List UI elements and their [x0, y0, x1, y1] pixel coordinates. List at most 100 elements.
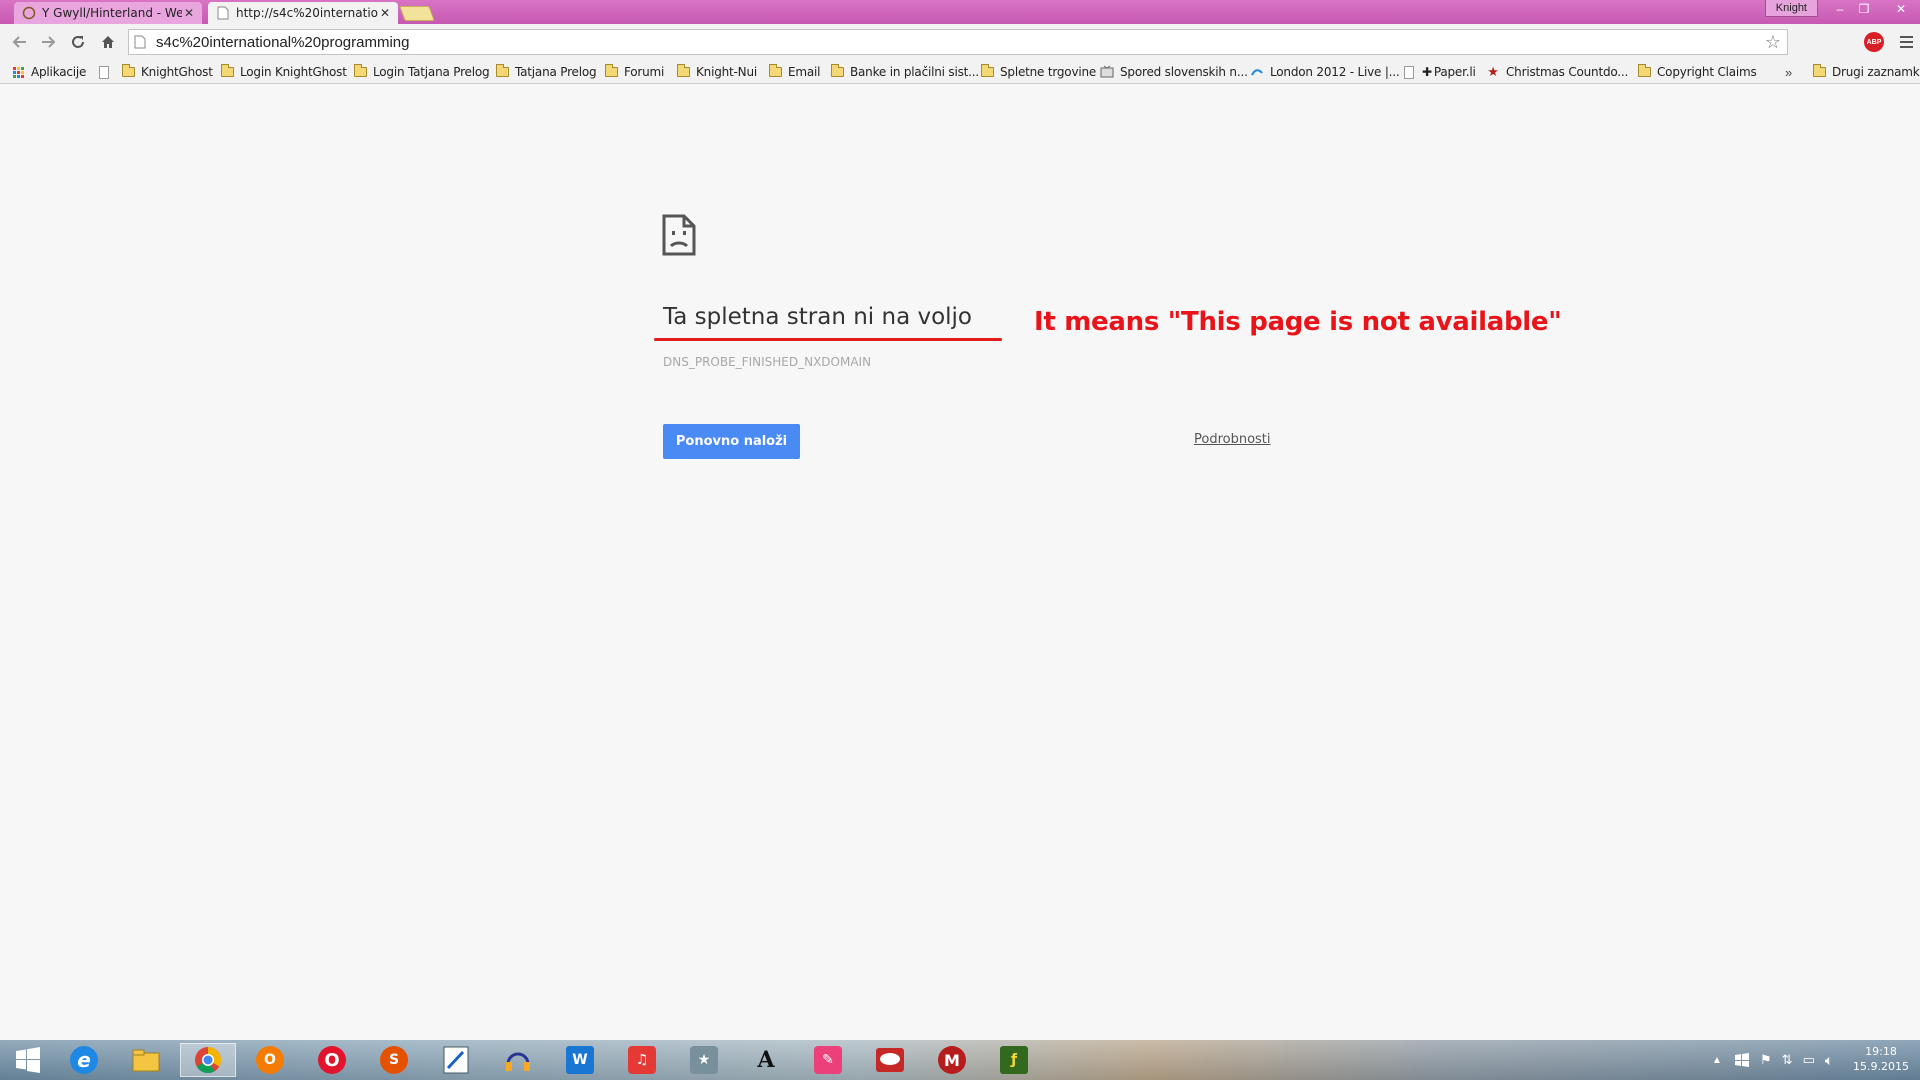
windows-logo-icon: [16, 1047, 40, 1073]
clock-date: 15.9.2015: [1853, 1060, 1909, 1073]
folder-icon: [979, 64, 995, 79]
address-bar[interactable]: s4c%20international%20programming ☆: [128, 29, 1788, 55]
bookmark-folder[interactable]: Login KnightGhost: [219, 60, 347, 84]
start-button[interactable]: [2, 1043, 54, 1077]
error-code: DNS_PROBE_FINISHED_NXDOMAIN: [663, 355, 872, 369]
back-button[interactable]: [8, 30, 32, 54]
minimize-button[interactable]: –: [1828, 0, 1852, 17]
london-icon: [1249, 65, 1265, 79]
page-icon: [1401, 65, 1417, 79]
bookmark-folder[interactable]: Tatjana Prelog: [494, 60, 597, 84]
star-badge-icon: ★: [690, 1046, 718, 1074]
menu-icon[interactable]: [1896, 32, 1916, 52]
bookmark-blank-page[interactable]: [96, 60, 117, 84]
paint-taskbar-button[interactable]: [430, 1043, 482, 1077]
graphics-app-taskbar-button[interactable]: ✎: [802, 1043, 854, 1077]
bookmark-folder[interactable]: Email: [767, 60, 820, 84]
close-window-button[interactable]: ✕: [1886, 0, 1916, 17]
opera-taskbar-button[interactable]: O: [306, 1043, 358, 1077]
folder-icon: [219, 64, 235, 79]
flame-app-icon: S: [380, 1046, 408, 1074]
bookmark-folder[interactable]: Spletne trgovine: [979, 60, 1096, 84]
music-taskbar-button[interactable]: ♫: [616, 1043, 668, 1077]
letter-m-icon: M: [938, 1046, 966, 1074]
tab-title: Y Gwyll/Hinterland - Wels: [42, 6, 182, 20]
close-tab-icon[interactable]: ✕: [182, 6, 196, 20]
reload-button[interactable]: [66, 30, 90, 54]
forward-button[interactable]: [36, 30, 60, 54]
volume-icon[interactable]: 🔈︎: [1825, 1052, 1833, 1069]
reload-page-button[interactable]: Ponovno naloži: [663, 424, 800, 459]
folder-icon: [675, 64, 691, 79]
new-tab-button[interactable]: [399, 6, 435, 21]
chat-app-taskbar-button[interactable]: [864, 1043, 916, 1077]
bookmark-apps[interactable]: Aplikacije: [10, 60, 86, 84]
origin-icon: O: [256, 1046, 284, 1074]
windows-flag-tray-icon[interactable]: [1734, 1053, 1750, 1067]
font-app-taskbar-button[interactable]: A: [740, 1043, 792, 1077]
chrome-icon: [195, 1046, 222, 1074]
tab-strip: Y Gwyll/Hinterland - Wels ✕ http://s4c%2…: [0, 0, 1920, 24]
chat-icon: [22, 6, 36, 20]
paint-icon: [443, 1046, 469, 1074]
folder-icon: [120, 64, 136, 79]
bookmark-tv-schedule[interactable]: Spored slovenskih n...: [1099, 60, 1248, 84]
folder-icon: [767, 64, 783, 79]
restore-button[interactable]: ❐: [1852, 0, 1876, 17]
other-bookmarks-folder[interactable]: Drugi zaznamki: [1811, 60, 1920, 84]
m-app-taskbar-button[interactable]: M: [926, 1043, 978, 1077]
action-center-flag-icon[interactable]: ⚑: [1760, 1052, 1772, 1068]
bookmark-star-icon[interactable]: ☆: [1759, 32, 1787, 53]
system-clock[interactable]: 19:18 15.9.2015: [1848, 1044, 1914, 1074]
bookmark-london-2012[interactable]: London 2012 - Live |...: [1249, 60, 1400, 84]
tab-hinterland[interactable]: Y Gwyll/Hinterland - Wels ✕: [14, 2, 202, 24]
folder-icon: [1636, 64, 1652, 79]
game-icon: ƒ: [1000, 1046, 1028, 1074]
network-tray-icon[interactable]: ⇅: [1782, 1052, 1793, 1068]
bookmark-paperli[interactable]: ✚ Paper.li: [1401, 60, 1476, 84]
chrome-taskbar-button[interactable]: [180, 1043, 236, 1077]
clock-time: 19:18: [1865, 1045, 1897, 1058]
show-hidden-icons-icon[interactable]: ▲: [1708, 1055, 1726, 1066]
swiftkey-taskbar-button[interactable]: S: [368, 1043, 420, 1077]
origin-taskbar-button[interactable]: O: [244, 1043, 296, 1077]
sad-document-icon: [662, 214, 696, 261]
letter-a-icon: A: [757, 1047, 775, 1073]
error-page: Ta spletna stran ni na voljo It means "T…: [0, 85, 1920, 1040]
annotation-underline: [654, 338, 1002, 341]
headphones-icon: [506, 1052, 530, 1071]
page-icon: [96, 65, 112, 79]
page-icon: [134, 35, 154, 49]
bookmark-folder[interactable]: Copyright Claims: [1636, 60, 1757, 84]
bookmarks-bar: Aplikacije KnightGhost Login KnightGhost…: [0, 60, 1920, 84]
profile-button[interactable]: Knight: [1764, 0, 1818, 17]
home-button[interactable]: [96, 30, 120, 54]
close-tab-icon[interactable]: ✕: [378, 6, 392, 20]
monitor-tray-icon[interactable]: ▭: [1803, 1052, 1815, 1068]
bookmark-folder[interactable]: Banke in plačilni sist...: [829, 60, 979, 84]
system-tray: ▲ ⚑ ⇅ ▭ 🔈︎: [1708, 1040, 1833, 1080]
adblock-icon[interactable]: ABP: [1864, 32, 1884, 52]
file-explorer-taskbar-button[interactable]: [120, 1043, 172, 1077]
word-taskbar-button[interactable]: W: [554, 1043, 606, 1077]
reload-icon: [72, 36, 84, 48]
tab-current[interactable]: http://s4c%20internationa ✕: [208, 2, 398, 24]
internet-explorer-icon: e: [70, 1046, 98, 1074]
bookmark-folder[interactable]: Knight-Nui: [675, 60, 757, 84]
app-taskbar-button[interactable]: ★: [678, 1043, 730, 1077]
plus-icon: ✚: [1422, 65, 1432, 79]
bookmark-folder[interactable]: Forumi: [603, 60, 664, 84]
audio-player-taskbar-button[interactable]: [492, 1043, 544, 1077]
game-taskbar-button[interactable]: ƒ: [988, 1043, 1040, 1077]
details-link[interactable]: Podrobnosti: [1194, 432, 1271, 447]
opera-icon: O: [318, 1046, 346, 1074]
folder-icon: [352, 64, 368, 79]
tv-icon: [1099, 65, 1115, 79]
bookmark-folder[interactable]: KnightGhost: [120, 60, 213, 84]
bookmark-folder[interactable]: Login Tatjana Prelog: [352, 60, 490, 84]
internet-explorer-taskbar-button[interactable]: e: [58, 1043, 110, 1077]
url-text[interactable]: s4c%20international%20programming: [154, 34, 1759, 51]
music-app-icon: ♫: [628, 1046, 656, 1074]
bookmarks-overflow-button[interactable]: »: [1785, 60, 1792, 84]
bookmark-christmas[interactable]: ★ Christmas Countdo...: [1485, 60, 1628, 84]
